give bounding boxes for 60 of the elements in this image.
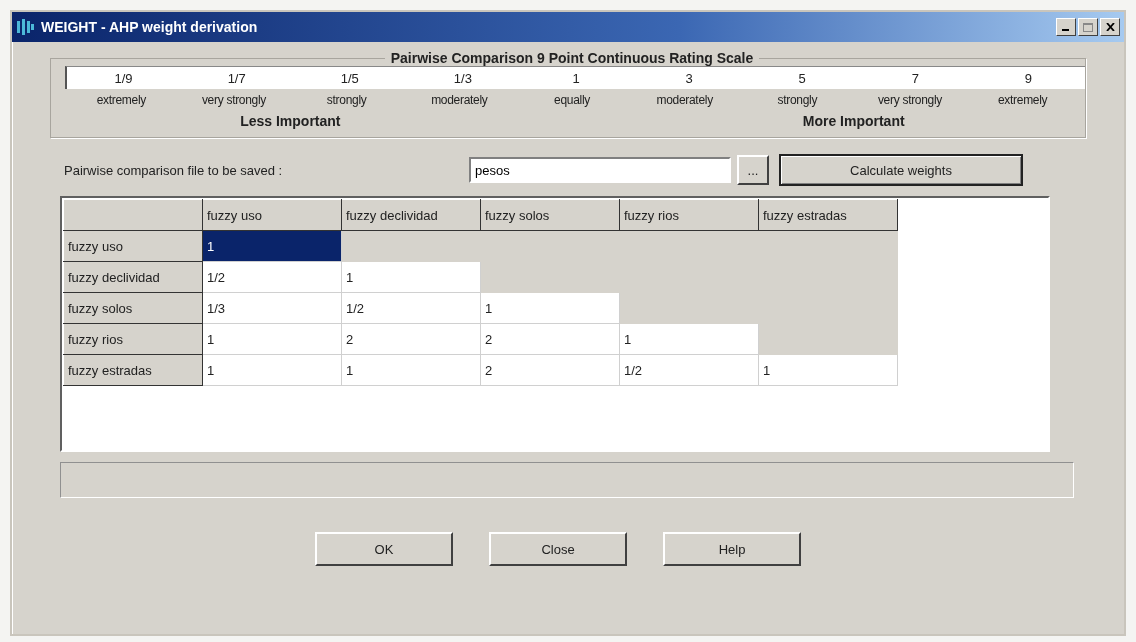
- more-important-caption: More Important: [801, 112, 906, 131]
- scale-title: Pairwise Comparison 9 Point Continuous Rating Scale: [389, 50, 755, 66]
- table-cell[interactable]: 1: [341, 261, 481, 293]
- browse-button[interactable]: ...: [737, 155, 769, 185]
- table-cell[interactable]: 1: [202, 230, 342, 262]
- column-header: fuzzy solos: [480, 199, 620, 231]
- app-icon: [16, 18, 36, 36]
- scale-label: very strongly: [200, 92, 268, 109]
- scale-value: 1/5: [339, 70, 360, 86]
- maximize-icon: [1083, 22, 1093, 32]
- close-button[interactable]: [1100, 18, 1120, 36]
- table-cell[interactable]: 1/2: [619, 354, 759, 386]
- scale-label: strongly: [325, 92, 368, 109]
- scale-value: 1/3: [452, 70, 473, 86]
- scale-value: 5: [797, 70, 807, 86]
- table-cell[interactable]: 1: [480, 292, 620, 324]
- column-header: fuzzy uso: [202, 199, 342, 231]
- scale-value: 1: [571, 70, 581, 86]
- scale-value: 1/9: [113, 70, 134, 86]
- table-cell[interactable]: 2: [341, 323, 481, 355]
- ok-button[interactable]: OK: [315, 532, 453, 566]
- row-header: fuzzy rios: [63, 323, 203, 355]
- scale-value: 1/7: [226, 70, 247, 86]
- scale-value: 7: [910, 70, 920, 86]
- column-header: fuzzy declividad: [341, 199, 481, 231]
- scale-label: strongly: [776, 92, 819, 109]
- calculate-weights-button[interactable]: Calculate weights: [779, 154, 1023, 186]
- table-cell[interactable]: 1: [202, 354, 342, 386]
- column-header: fuzzy estradas: [758, 199, 898, 231]
- row-header: fuzzy estradas: [63, 354, 203, 386]
- scale-label: extremely: [95, 92, 147, 109]
- file-name-field[interactable]: pesos: [469, 157, 731, 183]
- table-cell[interactable]: 2: [480, 323, 620, 355]
- table-cell[interactable]: 2: [480, 354, 620, 386]
- file-label: Pairwise comparison file to be saved :: [64, 162, 284, 178]
- maximize-button[interactable]: [1078, 18, 1098, 36]
- close-icon: [1105, 23, 1115, 31]
- table-cell[interactable]: 1: [619, 323, 759, 355]
- window-title: WEIGHT - AHP weight derivation: [41, 19, 259, 35]
- table-cell[interactable]: 1/3: [202, 292, 342, 324]
- table-cell[interactable]: 1: [758, 354, 898, 386]
- scale-label: moderately: [430, 92, 489, 109]
- close-dialog-button[interactable]: Close: [489, 532, 627, 566]
- scale-label: moderately: [655, 92, 714, 109]
- column-header: fuzzy rios: [619, 199, 759, 231]
- table-cell[interactable]: 1: [202, 323, 342, 355]
- scale-value: 9: [1023, 70, 1034, 86]
- scale-label: extremely: [997, 92, 1049, 109]
- scale-label: very strongly: [876, 92, 944, 109]
- table-cell[interactable]: 1/2: [341, 292, 481, 324]
- help-button[interactable]: Help: [663, 532, 801, 566]
- less-important-caption: Less Important: [239, 112, 342, 131]
- scale-value: 3: [684, 70, 694, 86]
- row-header: fuzzy declividad: [63, 261, 203, 293]
- row-header: fuzzy uso: [63, 230, 203, 262]
- table-cell[interactable]: 1/2: [202, 261, 342, 293]
- table-cell[interactable]: 1: [341, 354, 481, 386]
- row-header: fuzzy solos: [63, 292, 203, 324]
- scale-label: equally: [553, 92, 591, 109]
- minimize-button[interactable]: [1056, 18, 1076, 36]
